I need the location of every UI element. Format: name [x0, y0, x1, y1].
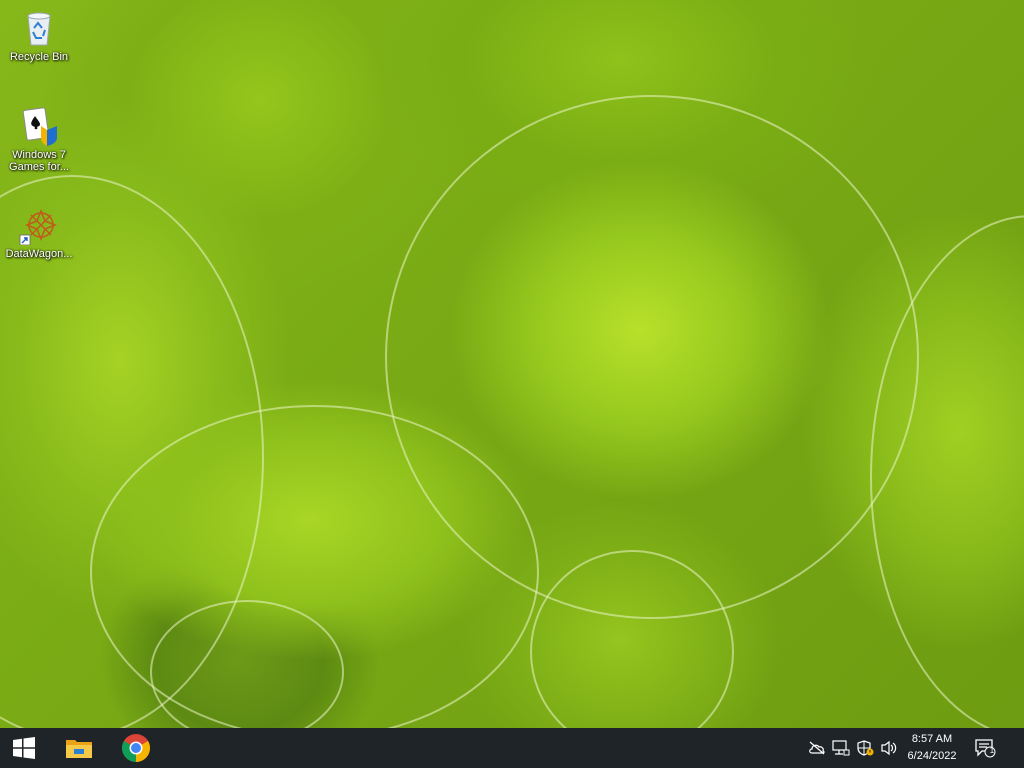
onedrive-offline-icon[interactable] [808, 740, 826, 756]
windows-start-icon [13, 737, 35, 759]
security-icon[interactable] [856, 740, 874, 756]
windows7-games-label-line2: Games for... [9, 161, 69, 173]
file-explorer-icon [66, 740, 92, 758]
chrome-icon [122, 734, 150, 762]
start-button[interactable] [0, 728, 48, 768]
wallpaper-petal [90, 405, 539, 728]
notification-count-badge: 1 [989, 746, 995, 755]
clock-time: 8:57 AM [911, 733, 953, 745]
recycle-bin-icon [19, 8, 59, 48]
windows7-games-shortcut[interactable]: Windows 7 Games for... [1, 106, 77, 173]
volume-icon[interactable] [880, 740, 898, 756]
recycle-bin-label: Recycle Bin [9, 51, 69, 63]
datawagon-shortcut-icon [19, 205, 59, 246]
taskbar: 8:57 AM 6/24/2022 1 [0, 728, 1024, 768]
desktop: Recycle Bin Windows 7 Games for... DataW… [0, 0, 1024, 728]
windows7-games-label: Windows 7 Games for... [1, 149, 77, 173]
clock-date: 6/24/2022 [907, 750, 957, 762]
solitaire-games-icon [19, 106, 59, 146]
wallpaper-petal [870, 215, 1024, 728]
datawagon-shortcut[interactable]: DataWagon... [1, 205, 77, 260]
datawagon-label: DataWagon... [5, 248, 73, 260]
file-explorer-button[interactable] [55, 728, 103, 768]
wallpaper-petal [385, 95, 919, 619]
action-center-button[interactable]: 1 [962, 728, 1008, 768]
network-icon[interactable] [832, 740, 850, 756]
clock[interactable]: 8:57 AM 6/24/2022 [900, 731, 964, 765]
wallpaper-petal [530, 550, 734, 728]
chrome-button[interactable] [112, 728, 160, 768]
recycle-bin-shortcut[interactable]: Recycle Bin [1, 8, 77, 63]
windows7-games-label-line1: Windows 7 [12, 149, 66, 161]
wallpaper-petal [150, 600, 344, 728]
